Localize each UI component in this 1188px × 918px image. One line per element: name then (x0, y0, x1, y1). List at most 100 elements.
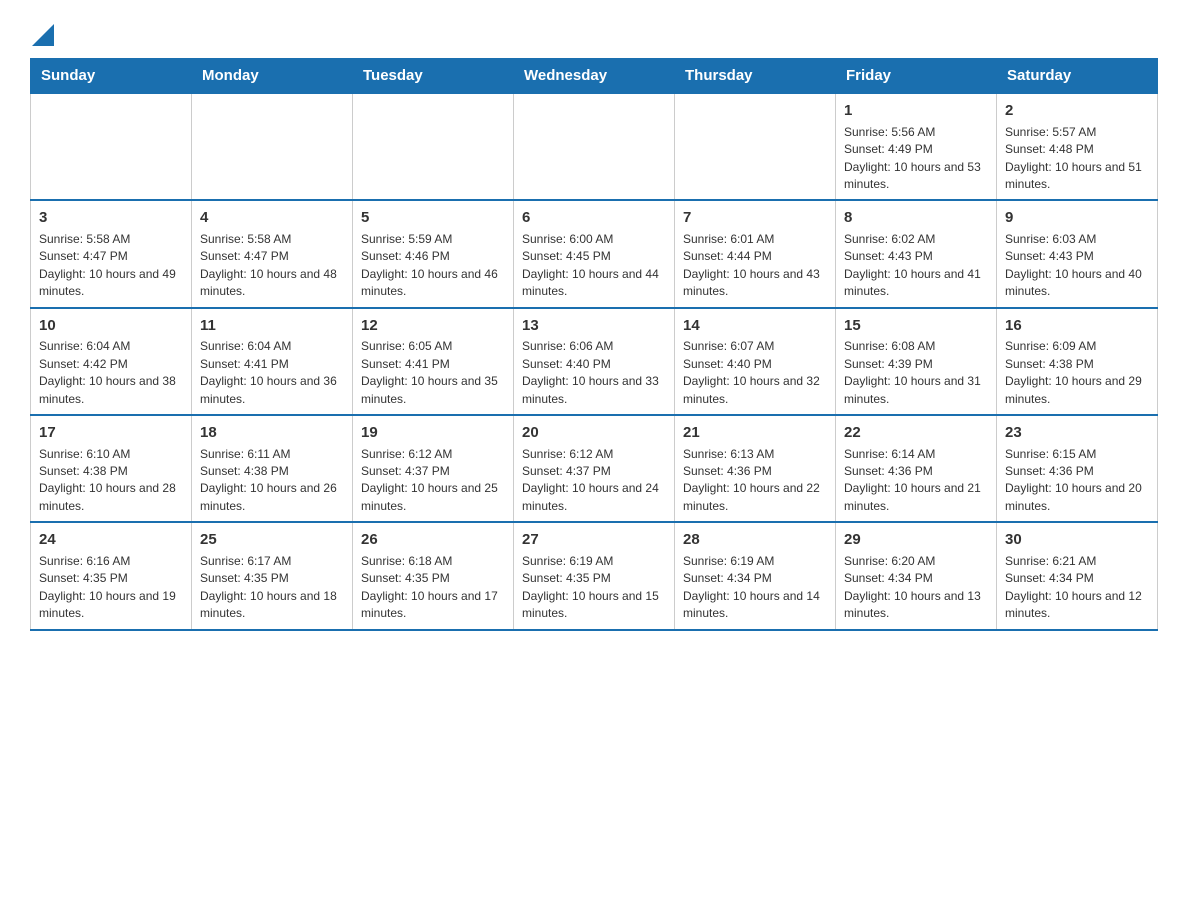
day-info: Sunrise: 5:57 AMSunset: 4:48 PMDaylight:… (1005, 124, 1149, 194)
calendar-cell: 2Sunrise: 5:57 AMSunset: 4:48 PMDaylight… (997, 93, 1158, 200)
calendar-cell: 28Sunrise: 6:19 AMSunset: 4:34 PMDayligh… (675, 522, 836, 629)
calendar-cell: 30Sunrise: 6:21 AMSunset: 4:34 PMDayligh… (997, 522, 1158, 629)
calendar-cell: 3Sunrise: 5:58 AMSunset: 4:47 PMDaylight… (31, 200, 192, 307)
calendar-cell: 4Sunrise: 5:58 AMSunset: 4:47 PMDaylight… (192, 200, 353, 307)
day-number: 2 (1005, 100, 1149, 122)
day-info: Sunrise: 6:18 AMSunset: 4:35 PMDaylight:… (361, 553, 505, 623)
calendar-cell: 1Sunrise: 5:56 AMSunset: 4:49 PMDaylight… (836, 93, 997, 200)
day-number: 15 (844, 315, 988, 337)
day-number: 21 (683, 422, 827, 444)
calendar-cell: 17Sunrise: 6:10 AMSunset: 4:38 PMDayligh… (31, 415, 192, 522)
day-number: 10 (39, 315, 183, 337)
day-number: 25 (200, 529, 344, 551)
calendar-cell (192, 93, 353, 200)
calendar-cell: 25Sunrise: 6:17 AMSunset: 4:35 PMDayligh… (192, 522, 353, 629)
day-info: Sunrise: 6:00 AMSunset: 4:45 PMDaylight:… (522, 231, 666, 301)
calendar-week-row: 24Sunrise: 6:16 AMSunset: 4:35 PMDayligh… (31, 522, 1158, 629)
calendar-cell: 7Sunrise: 6:01 AMSunset: 4:44 PMDaylight… (675, 200, 836, 307)
calendar-cell: 6Sunrise: 6:00 AMSunset: 4:45 PMDaylight… (514, 200, 675, 307)
calendar-table: SundayMondayTuesdayWednesdayThursdayFrid… (30, 58, 1158, 631)
day-number: 24 (39, 529, 183, 551)
calendar-header-sunday: Sunday (31, 59, 192, 94)
day-info: Sunrise: 6:11 AMSunset: 4:38 PMDaylight:… (200, 446, 344, 516)
day-info: Sunrise: 6:12 AMSunset: 4:37 PMDaylight:… (522, 446, 666, 516)
logo (30, 30, 54, 40)
day-info: Sunrise: 5:58 AMSunset: 4:47 PMDaylight:… (39, 231, 183, 301)
day-info: Sunrise: 5:56 AMSunset: 4:49 PMDaylight:… (844, 124, 988, 194)
calendar-cell: 14Sunrise: 6:07 AMSunset: 4:40 PMDayligh… (675, 308, 836, 415)
day-number: 5 (361, 207, 505, 229)
calendar-cell: 27Sunrise: 6:19 AMSunset: 4:35 PMDayligh… (514, 522, 675, 629)
day-info: Sunrise: 6:02 AMSunset: 4:43 PMDaylight:… (844, 231, 988, 301)
day-info: Sunrise: 6:14 AMSunset: 4:36 PMDaylight:… (844, 446, 988, 516)
day-number: 7 (683, 207, 827, 229)
day-number: 6 (522, 207, 666, 229)
calendar-cell: 26Sunrise: 6:18 AMSunset: 4:35 PMDayligh… (353, 522, 514, 629)
calendar-header-thursday: Thursday (675, 59, 836, 94)
calendar-cell: 12Sunrise: 6:05 AMSunset: 4:41 PMDayligh… (353, 308, 514, 415)
day-number: 20 (522, 422, 666, 444)
calendar-week-row: 10Sunrise: 6:04 AMSunset: 4:42 PMDayligh… (31, 308, 1158, 415)
logo-triangle-icon (32, 24, 54, 46)
day-number: 28 (683, 529, 827, 551)
day-info: Sunrise: 6:19 AMSunset: 4:35 PMDaylight:… (522, 553, 666, 623)
day-number: 12 (361, 315, 505, 337)
day-info: Sunrise: 6:03 AMSunset: 4:43 PMDaylight:… (1005, 231, 1149, 301)
day-info: Sunrise: 6:21 AMSunset: 4:34 PMDaylight:… (1005, 553, 1149, 623)
day-info: Sunrise: 6:15 AMSunset: 4:36 PMDaylight:… (1005, 446, 1149, 516)
day-number: 16 (1005, 315, 1149, 337)
calendar-cell: 10Sunrise: 6:04 AMSunset: 4:42 PMDayligh… (31, 308, 192, 415)
calendar-cell: 8Sunrise: 6:02 AMSunset: 4:43 PMDaylight… (836, 200, 997, 307)
day-number: 27 (522, 529, 666, 551)
day-info: Sunrise: 6:10 AMSunset: 4:38 PMDaylight:… (39, 446, 183, 516)
day-info: Sunrise: 5:58 AMSunset: 4:47 PMDaylight:… (200, 231, 344, 301)
day-info: Sunrise: 6:06 AMSunset: 4:40 PMDaylight:… (522, 338, 666, 408)
calendar-header-friday: Friday (836, 59, 997, 94)
day-number: 29 (844, 529, 988, 551)
day-number: 14 (683, 315, 827, 337)
day-number: 30 (1005, 529, 1149, 551)
day-info: Sunrise: 6:04 AMSunset: 4:42 PMDaylight:… (39, 338, 183, 408)
day-number: 17 (39, 422, 183, 444)
calendar-cell (675, 93, 836, 200)
calendar-cell: 11Sunrise: 6:04 AMSunset: 4:41 PMDayligh… (192, 308, 353, 415)
calendar-header-wednesday: Wednesday (514, 59, 675, 94)
calendar-cell (514, 93, 675, 200)
calendar-cell: 15Sunrise: 6:08 AMSunset: 4:39 PMDayligh… (836, 308, 997, 415)
calendar-cell: 13Sunrise: 6:06 AMSunset: 4:40 PMDayligh… (514, 308, 675, 415)
day-number: 13 (522, 315, 666, 337)
calendar-week-row: 1Sunrise: 5:56 AMSunset: 4:49 PMDaylight… (31, 93, 1158, 200)
calendar-cell: 24Sunrise: 6:16 AMSunset: 4:35 PMDayligh… (31, 522, 192, 629)
day-info: Sunrise: 6:05 AMSunset: 4:41 PMDaylight:… (361, 338, 505, 408)
calendar-cell: 23Sunrise: 6:15 AMSunset: 4:36 PMDayligh… (997, 415, 1158, 522)
day-info: Sunrise: 6:09 AMSunset: 4:38 PMDaylight:… (1005, 338, 1149, 408)
calendar-cell: 9Sunrise: 6:03 AMSunset: 4:43 PMDaylight… (997, 200, 1158, 307)
day-info: Sunrise: 5:59 AMSunset: 4:46 PMDaylight:… (361, 231, 505, 301)
calendar-header-row: SundayMondayTuesdayWednesdayThursdayFrid… (31, 59, 1158, 94)
calendar-cell (353, 93, 514, 200)
day-info: Sunrise: 6:19 AMSunset: 4:34 PMDaylight:… (683, 553, 827, 623)
day-number: 22 (844, 422, 988, 444)
calendar-cell: 29Sunrise: 6:20 AMSunset: 4:34 PMDayligh… (836, 522, 997, 629)
day-number: 26 (361, 529, 505, 551)
calendar-cell: 22Sunrise: 6:14 AMSunset: 4:36 PMDayligh… (836, 415, 997, 522)
day-number: 18 (200, 422, 344, 444)
day-number: 3 (39, 207, 183, 229)
day-number: 11 (200, 315, 344, 337)
day-info: Sunrise: 6:01 AMSunset: 4:44 PMDaylight:… (683, 231, 827, 301)
day-info: Sunrise: 6:08 AMSunset: 4:39 PMDaylight:… (844, 338, 988, 408)
calendar-cell: 18Sunrise: 6:11 AMSunset: 4:38 PMDayligh… (192, 415, 353, 522)
day-number: 23 (1005, 422, 1149, 444)
day-number: 1 (844, 100, 988, 122)
calendar-header-saturday: Saturday (997, 59, 1158, 94)
calendar-cell: 16Sunrise: 6:09 AMSunset: 4:38 PMDayligh… (997, 308, 1158, 415)
day-info: Sunrise: 6:17 AMSunset: 4:35 PMDaylight:… (200, 553, 344, 623)
day-info: Sunrise: 6:07 AMSunset: 4:40 PMDaylight:… (683, 338, 827, 408)
calendar-cell (31, 93, 192, 200)
day-info: Sunrise: 6:04 AMSunset: 4:41 PMDaylight:… (200, 338, 344, 408)
day-info: Sunrise: 6:12 AMSunset: 4:37 PMDaylight:… (361, 446, 505, 516)
day-number: 8 (844, 207, 988, 229)
day-info: Sunrise: 6:13 AMSunset: 4:36 PMDaylight:… (683, 446, 827, 516)
calendar-header-tuesday: Tuesday (353, 59, 514, 94)
calendar-cell: 20Sunrise: 6:12 AMSunset: 4:37 PMDayligh… (514, 415, 675, 522)
